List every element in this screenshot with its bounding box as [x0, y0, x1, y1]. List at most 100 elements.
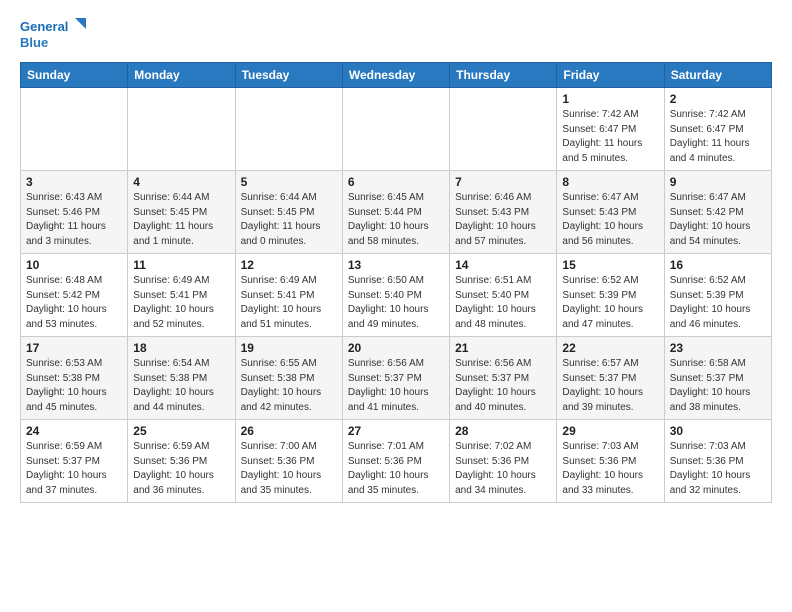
page: General Blue SundayMondayTuesdayWednesda… [0, 0, 792, 513]
day-cell: 6 Sunrise: 6:45 AM Sunset: 5:44 PM Daylig… [342, 171, 449, 254]
day-number: 12 [241, 258, 337, 272]
day-cell [128, 88, 235, 171]
day-number: 1 [562, 92, 658, 106]
svg-text:General: General [20, 19, 68, 34]
day-cell: 20Sunrise: 6:56 AM Sunset: 5:37 PM Dayli… [342, 337, 449, 420]
day-info: Sunrise: 7:01 AM Sunset: 5:36 PM Dayligh… [348, 440, 444, 498]
day-cell: 12 Sunrise: 6:49 AM Sunset: 5:41 PM Dayli… [235, 254, 342, 337]
day-info: Sunrise: 6:52 AM Sunset: 5:39 PM Dayligh… [562, 274, 658, 332]
day-cell: 21 Sunrise: 6:56 AM Sunset: 5:37 PM Dayli… [450, 337, 557, 420]
day-info: Sunrise: 7:42 AM Sunset: 6:47 PM Dayligh… [562, 108, 658, 166]
day-number: 28 [455, 424, 551, 438]
logo-svg: General Blue [20, 16, 90, 52]
day-number: 17 [26, 341, 122, 355]
day-cell: 13Sunrise: 6:50 AM Sunset: 5:40 PM Dayli… [342, 254, 449, 337]
day-number: 4 [133, 175, 229, 189]
day-cell: 10 Sunrise: 6:48 AM Sunset: 5:42 PM Dayli… [21, 254, 128, 337]
week-row-4: 24Sunrise: 6:59 AM Sunset: 5:37 PM Dayli… [21, 420, 772, 503]
day-cell: 15 Sunrise: 6:52 AM Sunset: 5:39 PM Dayli… [557, 254, 664, 337]
day-info: Sunrise: 6:43 AM Sunset: 5:46 PM Dayligh… [26, 191, 122, 249]
day-cell: 19 Sunrise: 6:55 AM Sunset: 5:38 PM Dayli… [235, 337, 342, 420]
day-cell [21, 88, 128, 171]
day-info: Sunrise: 6:45 AM Sunset: 5:44 PM Dayligh… [348, 191, 444, 249]
day-info: Sunrise: 7:03 AM Sunset: 5:36 PM Dayligh… [562, 440, 658, 498]
day-number: 14 [455, 258, 551, 272]
day-number: 22 [562, 341, 658, 355]
day-number: 20 [348, 341, 444, 355]
day-number: 2 [670, 92, 766, 106]
week-row-1: 3 Sunrise: 6:43 AM Sunset: 5:46 PM Daylig… [21, 171, 772, 254]
day-number: 7 [455, 175, 551, 189]
day-cell: 26 Sunrise: 7:00 AM Sunset: 5:36 PM Dayli… [235, 420, 342, 503]
day-cell: 3 Sunrise: 6:43 AM Sunset: 5:46 PM Daylig… [21, 171, 128, 254]
day-cell: 9Sunrise: 6:47 AM Sunset: 5:42 PM Daylig… [664, 171, 771, 254]
day-cell: 14Sunrise: 6:51 AM Sunset: 5:40 PM Dayli… [450, 254, 557, 337]
day-info: Sunrise: 6:57 AM Sunset: 5:37 PM Dayligh… [562, 357, 658, 415]
day-number: 8 [562, 175, 658, 189]
day-cell [450, 88, 557, 171]
day-cell: 28Sunrise: 7:02 AM Sunset: 5:36 PM Dayli… [450, 420, 557, 503]
day-number: 26 [241, 424, 337, 438]
day-cell [342, 88, 449, 171]
day-cell: 27 Sunrise: 7:01 AM Sunset: 5:36 PM Dayli… [342, 420, 449, 503]
day-info: Sunrise: 6:49 AM Sunset: 5:41 PM Dayligh… [133, 274, 229, 332]
day-number: 10 [26, 258, 122, 272]
day-info: Sunrise: 6:50 AM Sunset: 5:40 PM Dayligh… [348, 274, 444, 332]
day-number: 25 [133, 424, 229, 438]
day-number: 27 [348, 424, 444, 438]
day-info: Sunrise: 7:03 AM Sunset: 5:36 PM Dayligh… [670, 440, 766, 498]
day-cell: 8 Sunrise: 6:47 AM Sunset: 5:43 PM Daylig… [557, 171, 664, 254]
day-info: Sunrise: 6:49 AM Sunset: 5:41 PM Dayligh… [241, 274, 337, 332]
day-number: 19 [241, 341, 337, 355]
day-cell: 1 Sunrise: 7:42 AM Sunset: 6:47 PM Daylig… [557, 88, 664, 171]
day-number: 5 [241, 175, 337, 189]
day-info: Sunrise: 6:54 AM Sunset: 5:38 PM Dayligh… [133, 357, 229, 415]
day-cell: 17 Sunrise: 6:53 AM Sunset: 5:38 PM Dayli… [21, 337, 128, 420]
header: General Blue [20, 16, 772, 52]
day-cell: 25 Sunrise: 6:59 AM Sunset: 5:36 PM Dayli… [128, 420, 235, 503]
logo: General Blue [20, 16, 90, 52]
day-number: 16 [670, 258, 766, 272]
col-header-thursday: Thursday [450, 63, 557, 88]
day-info: Sunrise: 6:46 AM Sunset: 5:43 PM Dayligh… [455, 191, 551, 249]
col-header-monday: Monday [128, 63, 235, 88]
day-cell: 7 Sunrise: 6:46 AM Sunset: 5:43 PM Daylig… [450, 171, 557, 254]
day-number: 21 [455, 341, 551, 355]
day-cell: 30 Sunrise: 7:03 AM Sunset: 5:36 PM Dayli… [664, 420, 771, 503]
day-cell: 16 Sunrise: 6:52 AM Sunset: 5:39 PM Dayli… [664, 254, 771, 337]
day-info: Sunrise: 6:53 AM Sunset: 5:38 PM Dayligh… [26, 357, 122, 415]
day-info: Sunrise: 6:44 AM Sunset: 5:45 PM Dayligh… [133, 191, 229, 249]
col-header-wednesday: Wednesday [342, 63, 449, 88]
day-cell: 4 Sunrise: 6:44 AM Sunset: 5:45 PM Daylig… [128, 171, 235, 254]
day-info: Sunrise: 6:56 AM Sunset: 5:37 PM Dayligh… [455, 357, 551, 415]
week-row-3: 17 Sunrise: 6:53 AM Sunset: 5:38 PM Dayli… [21, 337, 772, 420]
col-header-tuesday: Tuesday [235, 63, 342, 88]
day-number: 6 [348, 175, 444, 189]
day-cell: 11Sunrise: 6:49 AM Sunset: 5:41 PM Dayli… [128, 254, 235, 337]
day-number: 15 [562, 258, 658, 272]
day-number: 18 [133, 341, 229, 355]
week-row-2: 10 Sunrise: 6:48 AM Sunset: 5:42 PM Dayli… [21, 254, 772, 337]
day-number: 23 [670, 341, 766, 355]
day-cell: 2Sunrise: 7:42 AM Sunset: 6:47 PM Daylig… [664, 88, 771, 171]
header-row: SundayMondayTuesdayWednesdayThursdayFrid… [21, 63, 772, 88]
day-info: Sunrise: 6:58 AM Sunset: 5:37 PM Dayligh… [670, 357, 766, 415]
day-number: 30 [670, 424, 766, 438]
day-info: Sunrise: 6:59 AM Sunset: 5:36 PM Dayligh… [133, 440, 229, 498]
day-info: Sunrise: 7:00 AM Sunset: 5:36 PM Dayligh… [241, 440, 337, 498]
day-number: 3 [26, 175, 122, 189]
col-header-saturday: Saturday [664, 63, 771, 88]
day-info: Sunrise: 6:47 AM Sunset: 5:42 PM Dayligh… [670, 191, 766, 249]
day-info: Sunrise: 6:48 AM Sunset: 5:42 PM Dayligh… [26, 274, 122, 332]
day-cell: 29 Sunrise: 7:03 AM Sunset: 5:36 PM Dayli… [557, 420, 664, 503]
day-info: Sunrise: 6:52 AM Sunset: 5:39 PM Dayligh… [670, 274, 766, 332]
day-info: Sunrise: 6:44 AM Sunset: 5:45 PM Dayligh… [241, 191, 337, 249]
day-cell: 23 Sunrise: 6:58 AM Sunset: 5:37 PM Dayli… [664, 337, 771, 420]
col-header-friday: Friday [557, 63, 664, 88]
day-cell [235, 88, 342, 171]
day-number: 24 [26, 424, 122, 438]
week-row-0: 1 Sunrise: 7:42 AM Sunset: 6:47 PM Daylig… [21, 88, 772, 171]
day-info: Sunrise: 6:55 AM Sunset: 5:38 PM Dayligh… [241, 357, 337, 415]
day-number: 29 [562, 424, 658, 438]
day-info: Sunrise: 6:47 AM Sunset: 5:43 PM Dayligh… [562, 191, 658, 249]
